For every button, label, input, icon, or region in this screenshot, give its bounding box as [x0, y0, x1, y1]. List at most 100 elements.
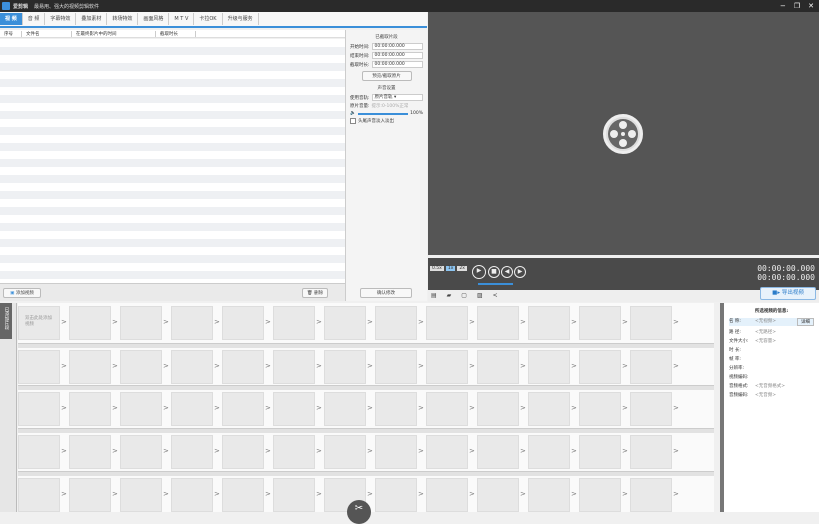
timeline-slot[interactable]: [375, 392, 417, 426]
timeline-slot[interactable]: [375, 478, 417, 512]
snapshot-icon[interactable]: ▨: [477, 292, 483, 299]
tab-5[interactable]: 画面风格: [138, 13, 170, 25]
timeline-slot[interactable]: [528, 435, 570, 469]
timeline-slot[interactable]: [18, 435, 60, 469]
add-video-button[interactable]: ▣ 添加视频: [3, 288, 41, 298]
timeline-slot[interactable]: [120, 435, 162, 469]
timeline-slot[interactable]: [375, 435, 417, 469]
timeline-slot[interactable]: [426, 435, 468, 469]
timeline-slot[interactable]: [171, 435, 213, 469]
timeline-slot[interactable]: [171, 392, 213, 426]
tab-8[interactable]: 升级与服务: [223, 13, 259, 25]
volume-slider[interactable]: [357, 112, 409, 115]
start-time-field[interactable]: 00:00:00.000: [371, 43, 423, 50]
clip-list[interactable]: [0, 39, 345, 283]
minimize-button[interactable]: −: [780, 2, 786, 10]
tab-1[interactable]: 音 频: [23, 13, 46, 25]
prev-frame-button[interactable]: ◀: [501, 266, 513, 278]
added-clips-tab[interactable]: 已添加片段: [0, 303, 12, 339]
timeline-slot[interactable]: [528, 478, 570, 512]
timeline-slot[interactable]: [528, 306, 570, 340]
timeline-slot[interactable]: [273, 478, 315, 512]
timeline-slot[interactable]: [630, 435, 672, 469]
delete-button[interactable]: 🗑 删除: [302, 288, 328, 298]
details-button[interactable]: 详细: [797, 318, 814, 326]
col-index[interactable]: 序号: [0, 30, 22, 37]
timeline-slot[interactable]: [273, 306, 315, 340]
player-volume-slider[interactable]: [478, 283, 513, 285]
timeline-slot[interactable]: [171, 350, 213, 384]
scissors-button[interactable]: ✂: [347, 500, 371, 524]
timeline-slot[interactable]: [222, 478, 264, 512]
timeline-slot[interactable]: [171, 306, 213, 340]
timeline-slot[interactable]: [324, 306, 366, 340]
timeline-slot[interactable]: [120, 478, 162, 512]
play-button[interactable]: ▶: [472, 265, 486, 279]
timeline-slot[interactable]: [426, 306, 468, 340]
timeline-slot[interactable]: [18, 478, 60, 512]
timeline-slot[interactable]: [324, 350, 366, 384]
timeline-slot[interactable]: [18, 350, 60, 384]
preview-clip-button[interactable]: 预览/截取原片: [361, 71, 412, 81]
timeline-slot[interactable]: [477, 306, 519, 340]
timeline-slot[interactable]: [69, 435, 111, 469]
timeline-slot[interactable]: [579, 392, 621, 426]
confirm-button[interactable]: 确认修改: [360, 288, 412, 298]
timeline-slot[interactable]: [579, 350, 621, 384]
timeline-slot[interactable]: [69, 350, 111, 384]
timeline-slot[interactable]: 双击此处添加视频: [18, 306, 60, 340]
timeline-slot[interactable]: [222, 350, 264, 384]
speed-slow[interactable]: 0.5x: [430, 266, 444, 271]
col-time[interactable]: 在最终影片中的时间: [72, 30, 156, 37]
timeline-slot[interactable]: [477, 435, 519, 469]
timeline-slot[interactable]: [120, 350, 162, 384]
timeline-slot[interactable]: [630, 306, 672, 340]
timeline-slot[interactable]: [222, 392, 264, 426]
timeline-slot[interactable]: [18, 392, 60, 426]
timeline-slot[interactable]: [324, 392, 366, 426]
timeline-slot[interactable]: [579, 478, 621, 512]
timeline-slot[interactable]: [630, 478, 672, 512]
timeline-slot[interactable]: [528, 392, 570, 426]
timeline-slot[interactable]: [477, 392, 519, 426]
export-video-button[interactable]: ■▸ 导出视频: [760, 287, 816, 300]
col-filename[interactable]: 文件名: [22, 30, 72, 37]
tab-4[interactable]: 转场特效: [107, 13, 139, 25]
close-button[interactable]: ✕: [808, 2, 814, 10]
timeline-slot[interactable]: [477, 350, 519, 384]
end-time-field[interactable]: 00:00:00.000: [371, 52, 423, 59]
timeline-slot[interactable]: [579, 306, 621, 340]
timeline-slot[interactable]: [273, 350, 315, 384]
timeline-slot[interactable]: [324, 435, 366, 469]
timeline-slot[interactable]: [120, 306, 162, 340]
timeline-slot[interactable]: [69, 392, 111, 426]
timeline-grid[interactable]: 双击此处添加视频 > > > > > > > > > > > > > > > > > > > > > > > > > > > > > > > >…: [18, 303, 714, 512]
duration-field[interactable]: 00:00:00.000: [371, 61, 423, 68]
timeline-slot[interactable]: [426, 478, 468, 512]
track-select[interactable]: 原片音轨 ▾: [371, 94, 423, 101]
share-icon[interactable]: <: [493, 292, 498, 299]
timeline-slot[interactable]: [477, 478, 519, 512]
fade-checkbox[interactable]: [350, 118, 356, 124]
timeline-slot[interactable]: [222, 306, 264, 340]
tab-0[interactable]: 视 频: [0, 13, 23, 25]
timeline-slot[interactable]: [426, 350, 468, 384]
tab-7[interactable]: 卡拉OK: [194, 13, 223, 25]
timeline-slot[interactable]: [171, 478, 213, 512]
save-icon[interactable]: ▢: [461, 292, 467, 299]
tab-3[interactable]: 叠加素材: [76, 13, 108, 25]
tab-2[interactable]: 字幕特效: [45, 13, 77, 25]
timeline-slot[interactable]: [69, 306, 111, 340]
tab-6[interactable]: M T V: [169, 13, 195, 25]
next-frame-button[interactable]: ▶: [514, 266, 526, 278]
timeline-slot[interactable]: [222, 435, 264, 469]
timeline-slot[interactable]: [630, 350, 672, 384]
speed-normal[interactable]: 1x: [445, 266, 456, 271]
open-folder-icon[interactable]: ▰: [447, 292, 452, 299]
timeline-slot[interactable]: [375, 350, 417, 384]
col-duration[interactable]: 截取时长: [156, 30, 196, 37]
maximize-button[interactable]: ❐: [794, 2, 800, 10]
timeline-slot[interactable]: [120, 392, 162, 426]
timeline-slot[interactable]: [579, 435, 621, 469]
timeline-slot[interactable]: [273, 435, 315, 469]
